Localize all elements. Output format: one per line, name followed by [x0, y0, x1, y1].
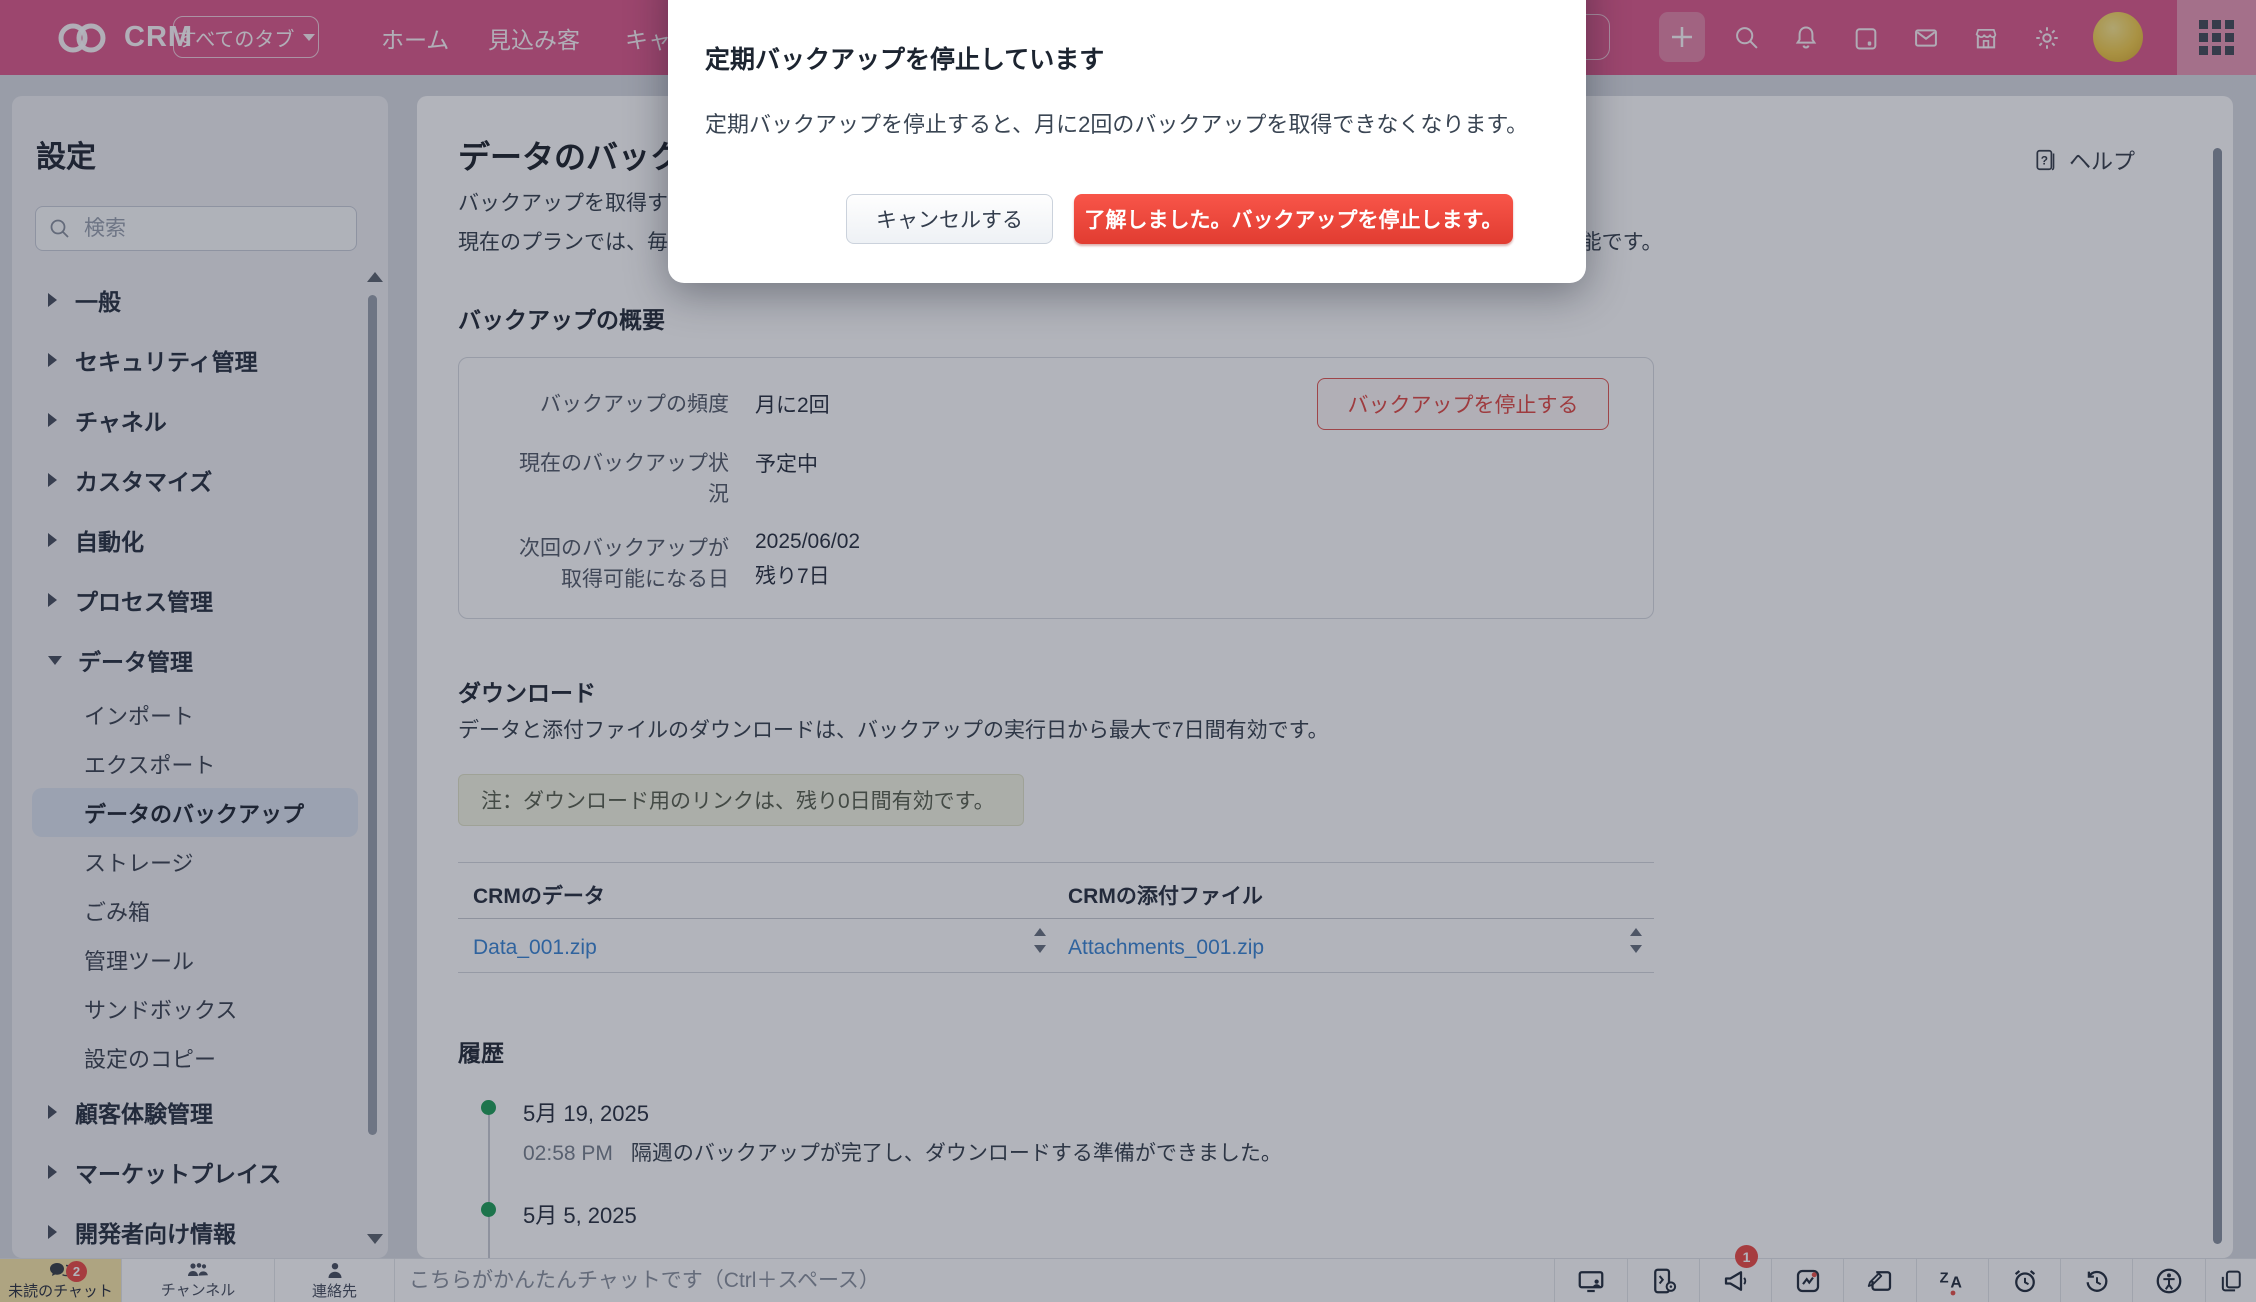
cancel-button[interactable]: キャンセルする: [846, 194, 1053, 244]
app-window: CRM すべてのタブ ホーム 見込み客 キャンペーン: [0, 0, 2256, 1302]
stop-backup-modal: 定期バックアップを停止しています 定期バックアップを停止すると、月に2回のバック…: [668, 0, 1586, 283]
modal-actions: キャンセルする 了解しました。バックアップを停止します。: [846, 194, 1513, 244]
modal-message: 定期バックアップを停止すると、月に2回のバックアップを取得できなくなります。: [705, 107, 1528, 139]
confirm-stop-button[interactable]: 了解しました。バックアップを停止します。: [1074, 194, 1513, 244]
modal-title: 定期バックアップを停止しています: [705, 40, 1104, 76]
